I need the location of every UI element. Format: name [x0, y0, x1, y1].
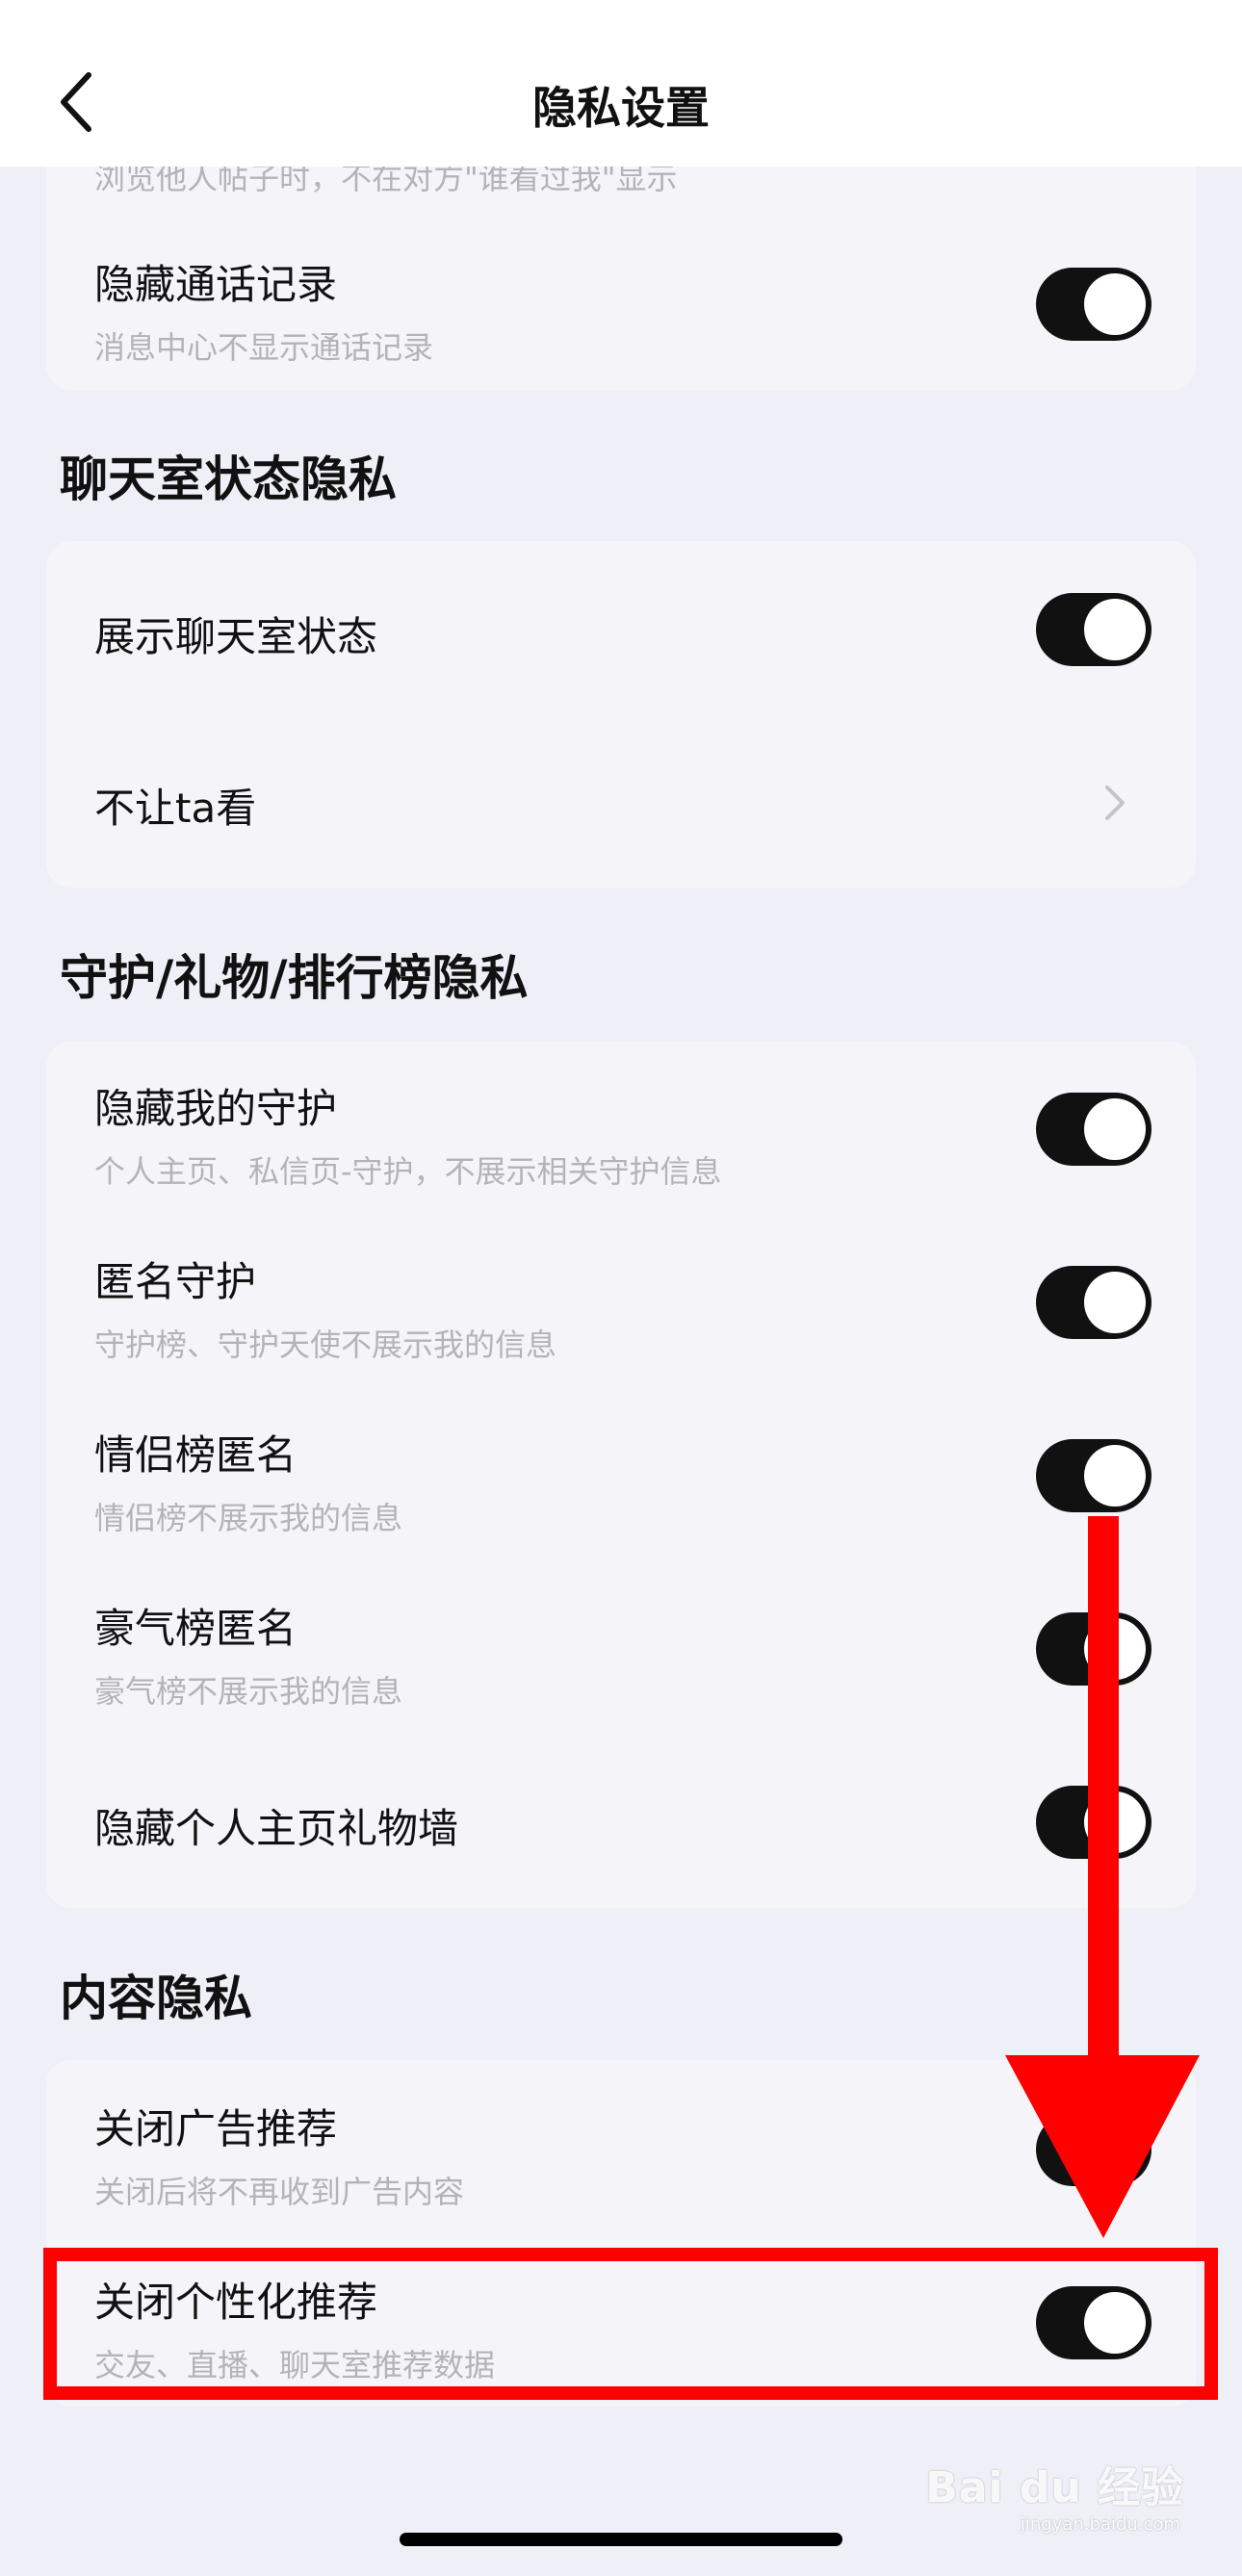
toggle-knob [1084, 1098, 1146, 1160]
section-title-content: 内容隐私 [60, 1971, 252, 2026]
hide-guard-toggle[interactable] [1036, 1093, 1151, 1166]
hide-guard-subtitle: 个人主页、私信页-守护，不展示相关守护信息 [94, 1153, 722, 1190]
home-indicator [400, 2533, 842, 2546]
annotation-arrow-icon [1005, 1516, 1200, 2238]
watermark-logo: Bai du 经验 [925, 2463, 1184, 2512]
anon-guard-title: 匿名守护 [94, 1258, 257, 1305]
hide-call-subtitle: 消息中心不显示通话记录 [94, 329, 434, 366]
toggle-knob [1084, 1272, 1146, 1333]
anon-guard-toggle[interactable] [1036, 1266, 1151, 1339]
rich-anon-subtitle: 豪气榜不展示我的信息 [94, 1673, 403, 1710]
toggle-knob [1084, 599, 1146, 660]
hide-call-title: 隐藏通话记录 [94, 261, 338, 308]
toggle-knob [1084, 1445, 1146, 1507]
couple-anon-title: 情侣榜匿名 [94, 1431, 298, 1479]
rich-anon-title: 豪气榜匿名 [94, 1605, 298, 1652]
show-chatroom-status-title: 展示聊天室状态 [94, 613, 378, 660]
chatroom-card [46, 541, 1196, 888]
section-title-chatroom: 聊天室状态隐私 [60, 451, 397, 507]
couple-anon-subtitle: 情侣榜不展示我的信息 [94, 1500, 403, 1536]
hide-call-toggle[interactable] [1036, 268, 1151, 341]
hide-guard-title: 隐藏我的守护 [94, 1085, 338, 1132]
section-title-guard: 守护/礼物/排行榜隐私 [60, 950, 529, 1006]
hide-gift-wall-title: 隐藏个人主页礼物墙 [94, 1805, 459, 1852]
close-ads-title: 关闭广告推荐 [94, 2105, 338, 2152]
annotation-highlight-box [43, 2248, 1218, 2400]
watermark-url: jingyan.baidu.com [1020, 2514, 1180, 2535]
hide-from-title[interactable]: 不让ta看 [94, 776, 256, 835]
anon-guard-subtitle: 守护榜、守护天使不展示我的信息 [94, 1327, 557, 1363]
page-title: 隐私设置 [532, 82, 710, 134]
couple-anon-toggle[interactable] [1036, 1439, 1151, 1512]
show-chatroom-status-toggle[interactable] [1036, 593, 1151, 666]
toggle-knob [1084, 273, 1146, 335]
nav-bar: 隐私设置 [0, 0, 1242, 167]
chevron-right-icon[interactable] [1100, 782, 1128, 824]
close-ads-subtitle: 关闭后将不再收到广告内容 [94, 2174, 465, 2210]
